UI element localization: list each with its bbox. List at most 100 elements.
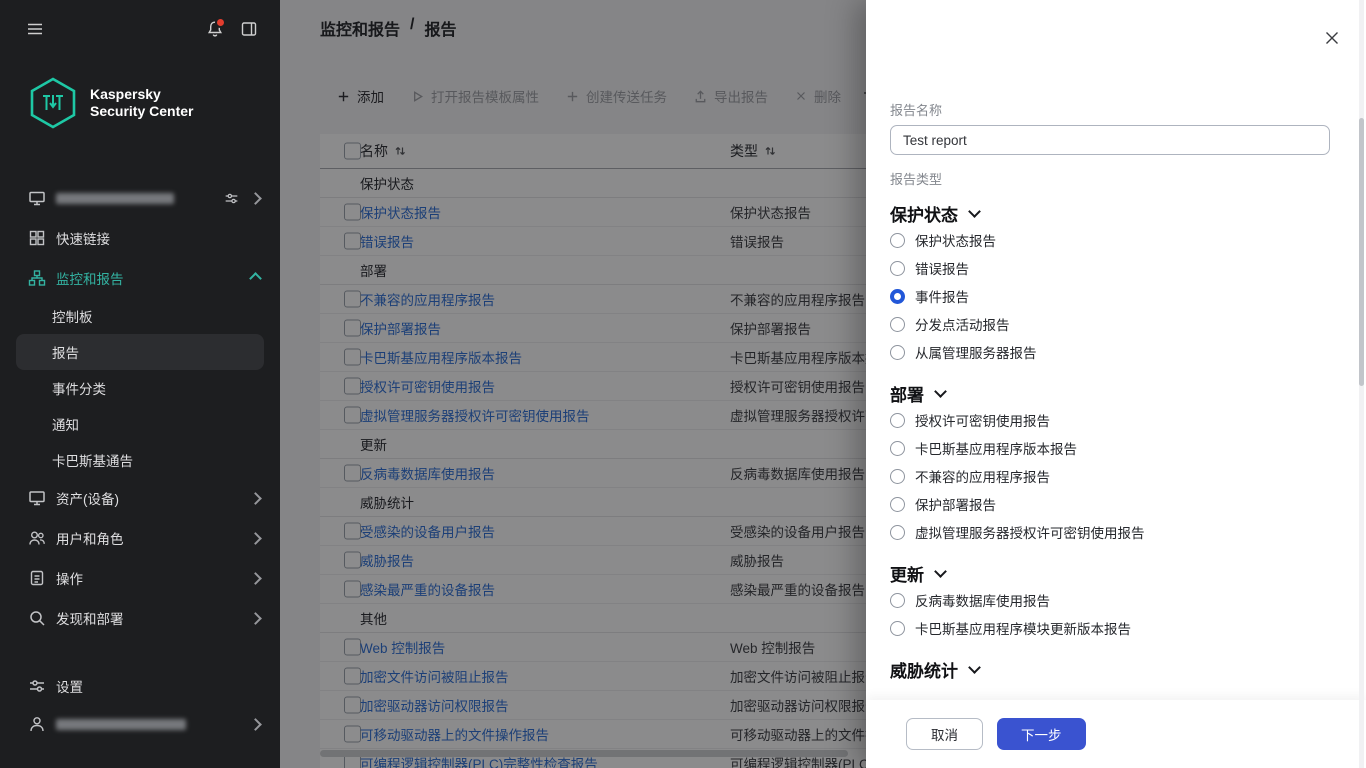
option-label: 分发点活动报告	[915, 314, 1010, 334]
report-type-option[interactable]: 不兼容的应用程序报告	[890, 462, 1330, 490]
kaspersky-logo: Kaspersky Security Center	[28, 76, 193, 130]
reports-label: 报告	[52, 342, 79, 362]
sidebar-item-event-selections[interactable]: 事件分类	[16, 370, 264, 406]
report-name-input[interactable]	[890, 125, 1330, 155]
report-category: 部署授权许可密钥使用报告卡巴斯基应用程序版本报告不兼容的应用程序报告保护部署报告…	[890, 380, 1330, 546]
panel-scrollbar-thumb[interactable]	[1359, 118, 1364, 386]
option-label: 保护部署报告	[915, 494, 996, 514]
close-icon[interactable]	[1324, 30, 1340, 46]
cancel-button[interactable]: 取消	[906, 718, 983, 750]
radio-unselected[interactable]	[890, 261, 905, 276]
next-button[interactable]: 下一步	[997, 718, 1086, 750]
chevron-down-icon	[934, 565, 947, 578]
chevron-right-icon	[249, 612, 262, 625]
logo-line2: Security Center	[90, 103, 193, 120]
announcements-label: 卡巴斯基通告	[52, 450, 133, 470]
monitoring-icon	[28, 269, 46, 287]
sidebar-item-server[interactable]	[0, 178, 280, 218]
sidebar-item-discovery-deployment[interactable]: 发现和部署	[0, 598, 280, 638]
radio-unselected[interactable]	[890, 345, 905, 360]
option-label: 事件报告	[915, 286, 969, 306]
account-name-redacted	[56, 719, 186, 730]
user-account-icon	[28, 715, 46, 733]
report-type-option[interactable]: 反病毒数据库使用报告	[890, 586, 1330, 614]
option-label: 不兼容的应用程序报告	[915, 466, 1050, 486]
category-header[interactable]: 保护状态	[890, 200, 1330, 226]
option-label: 卡巴斯基应用程序版本报告	[915, 438, 1077, 458]
chevron-right-icon	[249, 492, 262, 505]
sidebar-item-users-roles[interactable]: 用户和角色	[0, 518, 280, 558]
radio-unselected[interactable]	[890, 593, 905, 608]
sidebar-item-reports[interactable]: 报告	[16, 334, 264, 370]
category-header[interactable]: 威胁统计	[890, 656, 1330, 682]
option-label: 从属管理服务器报告	[915, 342, 1037, 362]
report-type-option[interactable]: 卡巴斯基应用程序模块更新版本报告	[890, 614, 1330, 642]
server-settings-icon[interactable]	[224, 191, 239, 206]
radio-unselected[interactable]	[890, 621, 905, 636]
sidebar-item-dashboard[interactable]: 控制板	[16, 298, 264, 334]
category-title: 威胁统计	[890, 657, 958, 682]
sidebar-item-notifications[interactable]: 通知	[16, 406, 264, 442]
report-type-option[interactable]: 保护状态报告	[890, 226, 1330, 254]
hamburger-menu-icon[interactable]	[26, 20, 44, 38]
report-type-option[interactable]: 授权许可密钥使用报告	[890, 406, 1330, 434]
chevron-right-icon	[249, 532, 262, 545]
quick-links-label: 快速链接	[56, 228, 110, 248]
chevron-right-icon	[249, 718, 262, 731]
radio-unselected[interactable]	[890, 413, 905, 428]
report-type-sections: 保护状态保护状态报告错误报告事件报告分发点活动报告从属管理服务器报告部署授权许可…	[890, 200, 1330, 682]
report-type-option[interactable]: 卡巴斯基应用程序版本报告	[890, 434, 1330, 462]
option-label: 保护状态报告	[915, 230, 996, 250]
category-header[interactable]: 更新	[890, 560, 1330, 586]
assets-label: 资产(设备)	[56, 488, 119, 508]
chevron-expanded-icon	[249, 272, 262, 285]
chevron-right-icon	[249, 572, 262, 585]
radio-unselected[interactable]	[890, 317, 905, 332]
report-type-option[interactable]: 错误报告	[890, 254, 1330, 282]
operations-icon	[28, 569, 46, 587]
option-label: 反病毒数据库使用报告	[915, 590, 1050, 610]
sidebar-item-account[interactable]	[0, 704, 280, 744]
event-selections-label: 事件分类	[52, 378, 106, 398]
sidebar-topbar	[0, 0, 280, 38]
option-label: 卡巴斯基应用程序模块更新版本报告	[915, 618, 1131, 638]
report-name-label: 报告名称	[890, 100, 1330, 119]
category-title: 保护状态	[890, 201, 958, 226]
sidebar-item-assets[interactable]: 资产(设备)	[0, 478, 280, 518]
radio-unselected[interactable]	[890, 441, 905, 456]
users-roles-label: 用户和角色	[56, 528, 124, 548]
settings-label: 设置	[56, 676, 83, 696]
sidebar-item-settings[interactable]: 设置	[0, 666, 280, 706]
drawer-body: 报告名称 报告类型 保护状态保护状态报告错误报告事件报告分发点活动报告从属管理服…	[890, 100, 1330, 700]
radio-unselected[interactable]	[890, 233, 905, 248]
notifications-bell-icon[interactable]	[206, 20, 224, 38]
option-label: 错误报告	[915, 258, 969, 278]
sidebar-item-operations[interactable]: 操作	[0, 558, 280, 598]
radio-selected[interactable]	[890, 289, 905, 304]
radio-unselected[interactable]	[890, 525, 905, 540]
sidebar: Kaspersky Security Center 快速链接 监控和报告 控制板…	[0, 0, 280, 768]
sidebar-item-kaspersky-announcements[interactable]: 卡巴斯基通告	[16, 442, 264, 478]
radio-unselected[interactable]	[890, 469, 905, 484]
sidebar-item-quick-links[interactable]: 快速链接	[0, 218, 280, 258]
category-header[interactable]: 部署	[890, 380, 1330, 406]
server-name-redacted	[56, 193, 174, 204]
chevron-down-icon	[968, 661, 981, 674]
assets-icon	[28, 489, 46, 507]
report-type-option[interactable]: 保护部署报告	[890, 490, 1330, 518]
quick-links-icon	[28, 229, 46, 247]
report-type-label: 报告类型	[890, 169, 1330, 188]
report-type-option[interactable]: 从属管理服务器报告	[890, 338, 1330, 366]
drawer-footer: 取消 下一步	[866, 700, 1366, 768]
report-type-option[interactable]: 事件报告	[890, 282, 1330, 310]
option-label: 虚拟管理服务器授权许可密钥使用报告	[915, 522, 1145, 542]
logo-line1: Kaspersky	[90, 86, 193, 103]
report-type-option[interactable]: 分发点活动报告	[890, 310, 1330, 338]
discovery-label: 发现和部署	[56, 608, 124, 628]
radio-unselected[interactable]	[890, 497, 905, 512]
new-report-drawer: 报告名称 报告类型 保护状态保护状态报告错误报告事件报告分发点活动报告从属管理服…	[866, 0, 1366, 768]
sidebar-item-monitoring-reports[interactable]: 监控和报告	[0, 258, 280, 298]
option-label: 授权许可密钥使用报告	[915, 410, 1050, 430]
report-type-option[interactable]: 虚拟管理服务器授权许可密钥使用报告	[890, 518, 1330, 546]
side-panel-toggle-icon[interactable]	[240, 20, 258, 38]
